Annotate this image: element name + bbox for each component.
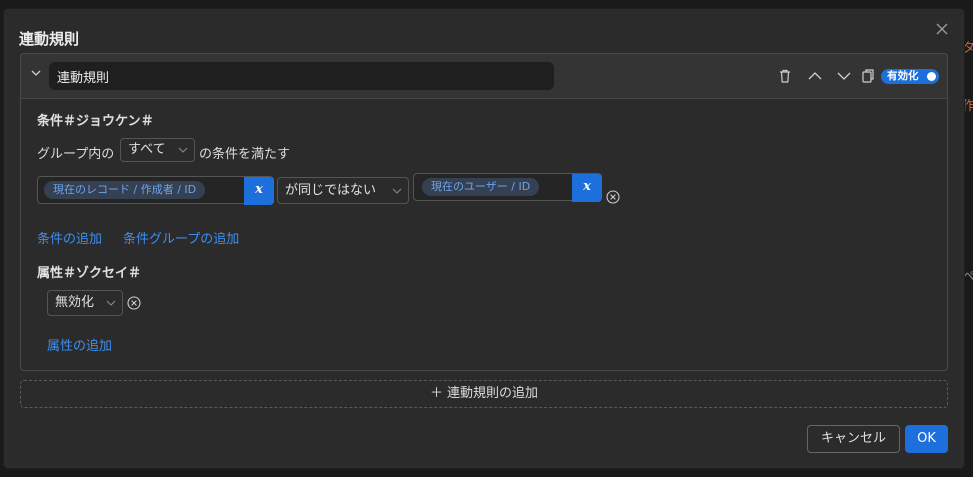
add-attribute-link[interactable]: 属性の追加 bbox=[47, 335, 112, 354]
condition-value-input[interactable]: 現在のユーザー / ID x bbox=[413, 173, 602, 202]
group-prefix-text: グループ内の bbox=[37, 147, 115, 162]
add-condition-link[interactable]: 条件の追加 bbox=[37, 228, 102, 247]
cancel-button[interactable]: キャンセル bbox=[807, 425, 900, 453]
conditions-section-title: 条件＃ジョウケン＃ bbox=[37, 114, 154, 129]
group-match-select[interactable]: すべて bbox=[120, 138, 195, 162]
condition-field-input[interactable]: 現在のレコード / 作成者 / ID x bbox=[37, 176, 274, 205]
group-match-value: すべて bbox=[128, 142, 166, 157]
enable-toggle[interactable]: 有効化 bbox=[881, 69, 939, 84]
add-rule-label: 連動規則の追加 bbox=[447, 386, 539, 401]
field-chip: 現在のレコード / 作成者 / ID bbox=[44, 181, 206, 199]
plus-icon: ＋ bbox=[429, 386, 443, 401]
circle-x-icon[interactable] bbox=[606, 190, 620, 204]
value-variable-button[interactable]: x bbox=[572, 174, 602, 202]
chevron-down-icon bbox=[178, 147, 188, 153]
value-chip: 現在のユーザー / ID bbox=[422, 178, 540, 196]
toggle-label: 有効化 bbox=[887, 70, 919, 82]
add-condition-group-link[interactable]: 条件グループの追加 bbox=[123, 228, 239, 247]
toggle-knob bbox=[927, 72, 936, 81]
chevron-down-icon bbox=[106, 300, 116, 306]
rule-card: 有効化 条件＃ジョウケン＃ グループ内の すべて の条件を満たす 現在のレコード… bbox=[20, 53, 948, 371]
circle-x-icon[interactable] bbox=[127, 296, 141, 310]
operator-value: が同じではない bbox=[285, 183, 377, 198]
trash-icon[interactable] bbox=[777, 68, 793, 84]
attribute-select[interactable]: 無効化 bbox=[47, 290, 123, 316]
rule-header: 有効化 bbox=[21, 54, 947, 99]
chevron-up-icon[interactable] bbox=[807, 68, 823, 84]
attribute-value: 無効化 bbox=[55, 295, 95, 310]
operator-select[interactable]: が同じではない bbox=[277, 177, 409, 204]
chevron-down-icon[interactable] bbox=[836, 68, 852, 84]
chevron-down-icon[interactable] bbox=[29, 66, 43, 80]
chevron-down-icon bbox=[392, 188, 402, 194]
rule-name-input[interactable] bbox=[49, 62, 554, 90]
linkage-rules-dialog: 連動規則 有効化 bbox=[4, 9, 964, 468]
close-icon[interactable] bbox=[934, 21, 950, 37]
field-variable-button[interactable]: x bbox=[244, 177, 274, 205]
dialog-title: 連動規則 bbox=[19, 30, 80, 48]
ok-button[interactable]: OK bbox=[905, 425, 948, 453]
group-suffix-text: の条件を満たす bbox=[199, 147, 291, 162]
attributes-section-title: 属性＃ゾクセイ＃ bbox=[37, 266, 142, 281]
add-rule-button[interactable]: ＋ 連動規則の追加 bbox=[20, 380, 948, 408]
copy-icon[interactable] bbox=[860, 68, 876, 84]
